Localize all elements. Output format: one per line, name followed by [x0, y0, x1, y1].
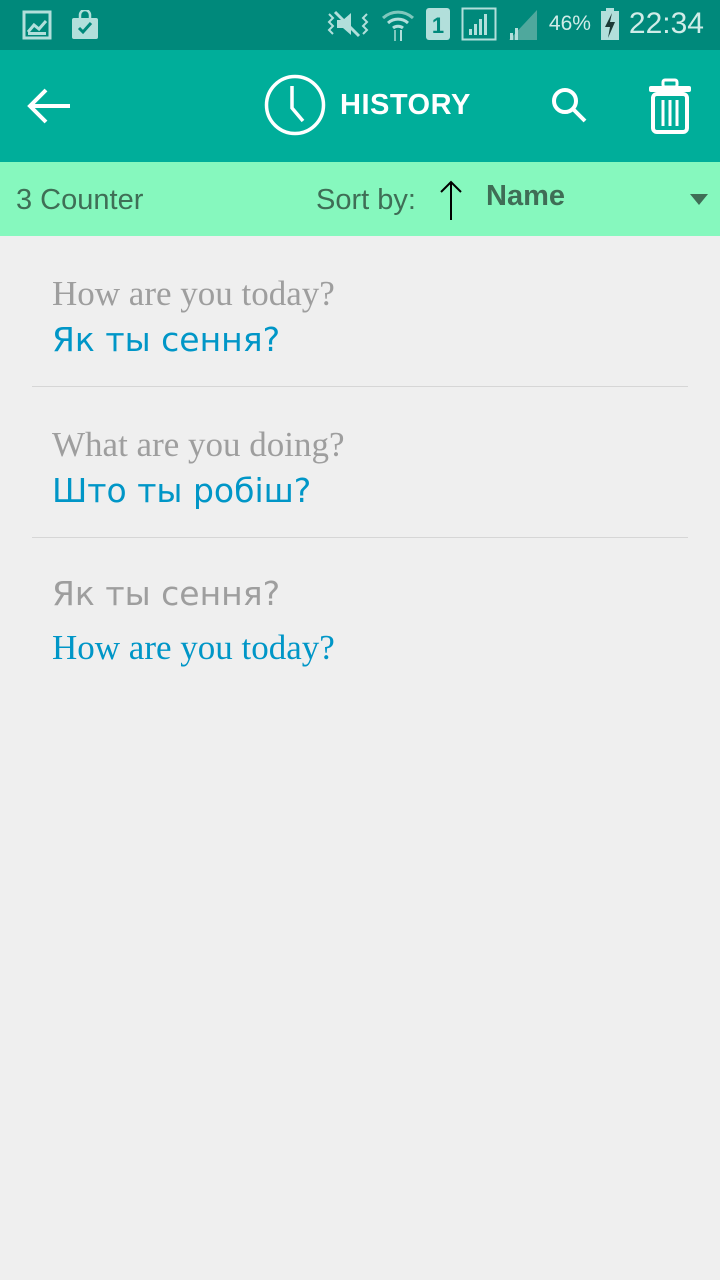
source-text: How are you today?: [52, 274, 335, 313]
page-title: HISTORY: [264, 74, 471, 136]
history-item[interactable]: Як ты сення? How are you today?: [32, 538, 688, 689]
shopping-bag-check-icon: [72, 10, 98, 39]
title-text: HISTORY: [340, 88, 471, 121]
sort-select[interactable]: Name: [486, 180, 565, 213]
clock-time: 22:34: [628, 7, 704, 40]
item-counter: 3 Counter: [16, 184, 144, 216]
translation-text: Што ты робіш?: [52, 471, 312, 510]
dropdown-caret-icon[interactable]: [690, 194, 708, 205]
search-icon[interactable]: [548, 84, 592, 128]
sort-bar: 3 Counter Sort by: Name: [0, 162, 720, 236]
clock-icon: [264, 74, 326, 136]
source-text: Як ты сення?: [52, 574, 281, 613]
vibrate-mute-icon: [327, 10, 369, 38]
app-bar: HISTORY: [0, 50, 720, 162]
sort-by-label: Sort by:: [316, 184, 416, 216]
svg-text:1: 1: [432, 13, 444, 38]
sort-direction-arrow-icon[interactable]: [436, 178, 466, 222]
source-text: What are you doing?: [52, 425, 345, 464]
history-item[interactable]: How are you today? Як ты сення?: [32, 236, 688, 387]
translation-text: How are you today?: [52, 628, 335, 667]
battery-percent: 46%: [548, 12, 591, 35]
sim-1-icon: 1: [425, 8, 450, 40]
translation-text: Як ты сення?: [52, 320, 281, 359]
wifi-icon: [381, 10, 414, 41]
history-list: How are you today? Як ты сення? What are…: [0, 236, 720, 689]
trash-icon[interactable]: [648, 78, 692, 134]
history-item[interactable]: What are you doing? Што ты робіш?: [32, 387, 688, 538]
battery-charging-icon: [600, 8, 619, 40]
status-bar: 1 46% 22:34: [0, 0, 720, 50]
back-arrow-icon[interactable]: [26, 86, 74, 126]
signal-2-icon: [508, 10, 537, 40]
gallery-icon: [22, 10, 52, 40]
signal-icon: [461, 7, 497, 41]
